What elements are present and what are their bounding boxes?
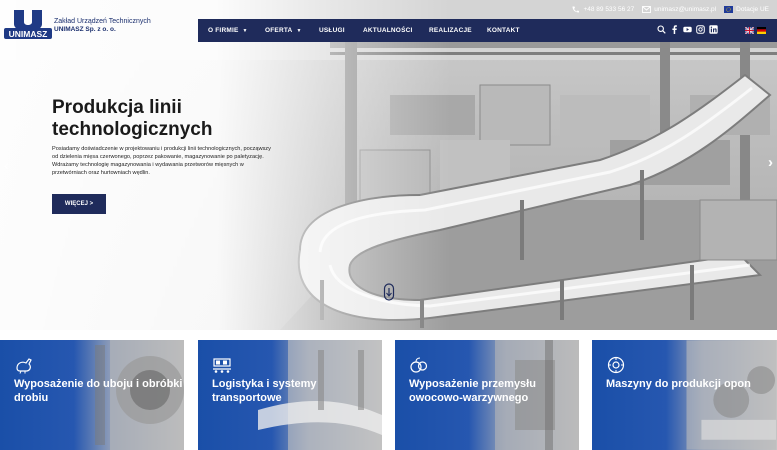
- instagram-icon[interactable]: [696, 25, 705, 34]
- unimasz-logo[interactable]: UNIMASZ: [4, 8, 52, 44]
- email-link[interactable]: unimasz@unimasz.pl: [642, 6, 716, 13]
- nav-label: USŁUGI: [319, 27, 345, 34]
- category-card-logistics[interactable]: Logistyka i systemy transportowe: [198, 340, 382, 450]
- poultry-icon: [16, 358, 32, 374]
- search-icon[interactable]: [657, 25, 666, 34]
- chevron-down-icon: ▼: [296, 28, 302, 34]
- phone-number: +48 89 533 56 27: [583, 5, 635, 13]
- category-card-title: Logistyka i systemy transportowe: [212, 378, 317, 404]
- nav-item-aktualnosci[interactable]: AKTUALNOŚCI: [363, 19, 413, 42]
- tire-icon: [607, 356, 625, 374]
- main-navigation: O FIRMIE ▼ OFERTA ▼ USŁUGI AKTUALNOŚCI REA…: [198, 19, 777, 42]
- company-name: Zakład Urządzeń Technicznych UNIMASZ Sp.…: [54, 18, 151, 34]
- slider-next-arrow[interactable]: ›: [768, 154, 773, 171]
- slider-prev-arrow[interactable]: ‹: [4, 157, 9, 173]
- phone-icon: [572, 6, 580, 12]
- language-switcher: [745, 27, 766, 34]
- company-line-1: Zakład Urządzeń Technicznych: [54, 18, 151, 25]
- conveyor-icon: [213, 358, 231, 373]
- nav-item-o-firmie[interactable]: O FIRMIE ▼: [208, 19, 248, 42]
- germany-flag-icon[interactable]: [757, 27, 766, 34]
- hero-title: Produkcja linii technologicznych: [52, 97, 213, 140]
- nav-item-uslugi[interactable]: USŁUGI: [319, 19, 345, 42]
- hero-slider: ‹ › Produkcja linii technologicznych Pos…: [0, 0, 777, 330]
- nav-social-icons: [657, 25, 718, 34]
- nav-label: O FIRMIE: [208, 27, 239, 34]
- eu-funds-label: Dotacje UE: [736, 5, 769, 13]
- phone-link[interactable]: +48 89 533 56 27: [571, 6, 634, 13]
- email-icon: [642, 5, 652, 13]
- eu-flag-icon: [724, 5, 734, 13]
- page: ‹ › Produkcja linii technologicznych Pos…: [0, 0, 777, 450]
- category-card-tires[interactable]: Maszyny do produkcji opon: [592, 340, 777, 450]
- email-address: unimasz@unimasz.pl: [654, 5, 717, 13]
- nav-label: AKTUALNOŚCI: [363, 27, 413, 34]
- youtube-icon[interactable]: [683, 25, 692, 34]
- nav-label: REALIZACJE: [429, 27, 472, 34]
- nav-item-realizacje[interactable]: REALIZACJE: [429, 19, 472, 42]
- category-cards: Wyposażenie do uboju i obróbki drobiu Lo…: [0, 340, 777, 450]
- fruit-icon: [410, 357, 428, 373]
- eu-funds-link[interactable]: Dotacje UE: [724, 5, 769, 13]
- category-card-title: Wyposażenie do uboju i obróbki drobiu: [14, 378, 183, 404]
- svg-text:UNIMASZ: UNIMASZ: [9, 29, 48, 39]
- scroll-down-icon[interactable]: [383, 283, 395, 303]
- uk-flag-icon[interactable]: [745, 27, 754, 34]
- category-card-fruit-vegetable[interactable]: Wyposażenie przemysłu owocowo-warzywnego: [395, 340, 579, 450]
- chevron-down-icon: ▼: [242, 28, 248, 34]
- linkedin-icon[interactable]: [709, 25, 718, 34]
- company-line-2: UNIMASZ Sp. z o. o.: [54, 26, 116, 33]
- hero-description: Posiadamy doświadczenie w projektowaniu …: [52, 146, 271, 176]
- nav-item-kontakt[interactable]: KONTAKT: [487, 19, 520, 42]
- nav-label: OFERTA: [265, 27, 293, 34]
- nav-label: KONTAKT: [487, 27, 520, 34]
- nav-item-oferta[interactable]: OFERTA ▼: [265, 19, 302, 42]
- category-card-poultry[interactable]: Wyposażenie do uboju i obróbki drobiu: [0, 340, 184, 450]
- more-button[interactable]: WIĘCEJ >: [52, 194, 106, 214]
- facebook-icon[interactable]: [670, 25, 679, 34]
- contact-topbar: +48 89 533 56 27 unimasz@unimasz.pl Dota…: [571, 3, 769, 15]
- category-card-title: Maszyny do produkcji opon: [606, 378, 751, 390]
- category-card-title: Wyposażenie przemysłu owocowo-warzywnego: [409, 378, 536, 404]
